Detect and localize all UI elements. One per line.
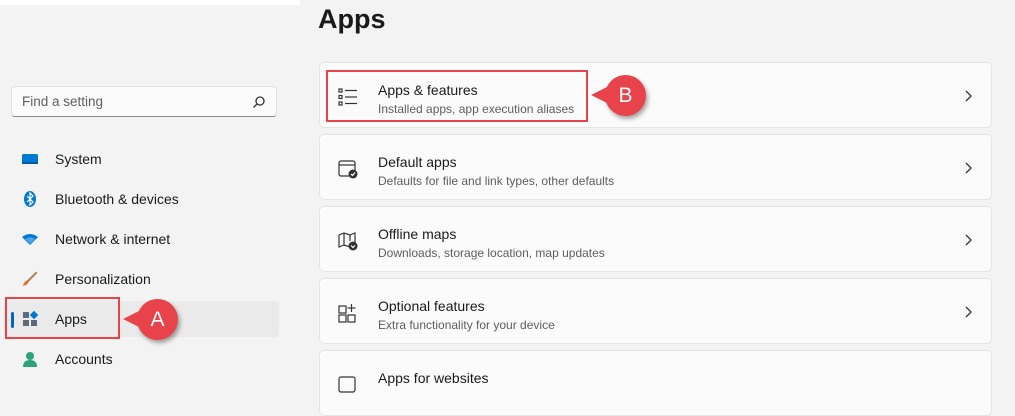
sidebar-item-label: Bluetooth & devices — [55, 191, 179, 207]
card-title: Apps for websites — [378, 370, 489, 386]
sidebar-item-network[interactable]: Network & internet — [4, 221, 279, 257]
sidebar-item-label: Accounts — [55, 351, 113, 367]
card-offline-maps[interactable]: Offline maps Downloads, storage location… — [319, 206, 992, 272]
page-title: Apps — [318, 4, 386, 34]
bluetooth-icon — [24, 191, 36, 207]
chevron-right-icon — [965, 234, 972, 246]
sidebar-item-accounts[interactable]: Accounts — [4, 341, 279, 377]
wifi-icon — [22, 234, 38, 245]
chevron-right-icon — [965, 306, 972, 318]
brush-icon — [23, 271, 38, 286]
callout-b: B — [591, 75, 646, 116]
optional-features-icon — [338, 304, 356, 323]
search-input[interactable] — [12, 87, 252, 116]
callout-a: A — [123, 299, 178, 340]
person-icon — [23, 352, 37, 367]
search-box[interactable] — [11, 86, 277, 117]
default-apps-icon — [338, 160, 358, 179]
sidebar-item-personalization[interactable]: Personalization — [4, 261, 279, 297]
callout-b-label: B — [618, 84, 633, 107]
card-default-apps[interactable]: Default apps Defaults for file and link … — [319, 134, 992, 200]
chevron-right-icon — [965, 162, 972, 174]
card-subtitle: Downloads, storage location, map updates — [378, 246, 605, 260]
map-icon — [338, 232, 358, 251]
monitor-icon — [22, 154, 38, 164]
sidebar-item-label: System — [55, 151, 102, 167]
card-title: Optional features — [378, 298, 485, 314]
card-subtitle: Extra functionality for your device — [378, 318, 555, 332]
card-subtitle: Defaults for file and link types, other … — [378, 174, 615, 188]
callout-tail — [591, 87, 607, 103]
card-optional-features[interactable]: Optional features Extra functionality fo… — [319, 278, 992, 344]
callout-tail — [123, 311, 139, 327]
sidebar-item-bluetooth[interactable]: Bluetooth & devices — [4, 181, 279, 217]
highlight-box-apps-features — [326, 70, 588, 122]
sidebar-item-label: Network & internet — [55, 231, 171, 247]
top-band — [0, 0, 300, 5]
sidebar-item-system[interactable]: System — [4, 141, 279, 177]
card-apps-for-websites[interactable]: Apps for websites — [319, 350, 992, 416]
card-title: Offline maps — [378, 226, 457, 242]
highlight-box-apps — [5, 297, 120, 339]
sidebar-item-label: Personalization — [55, 271, 151, 287]
card-title: Default apps — [378, 154, 457, 170]
apps-websites-icon — [338, 376, 356, 393]
search-icon — [253, 96, 265, 108]
chevron-right-icon — [965, 90, 972, 102]
callout-a-label: A — [150, 308, 165, 331]
